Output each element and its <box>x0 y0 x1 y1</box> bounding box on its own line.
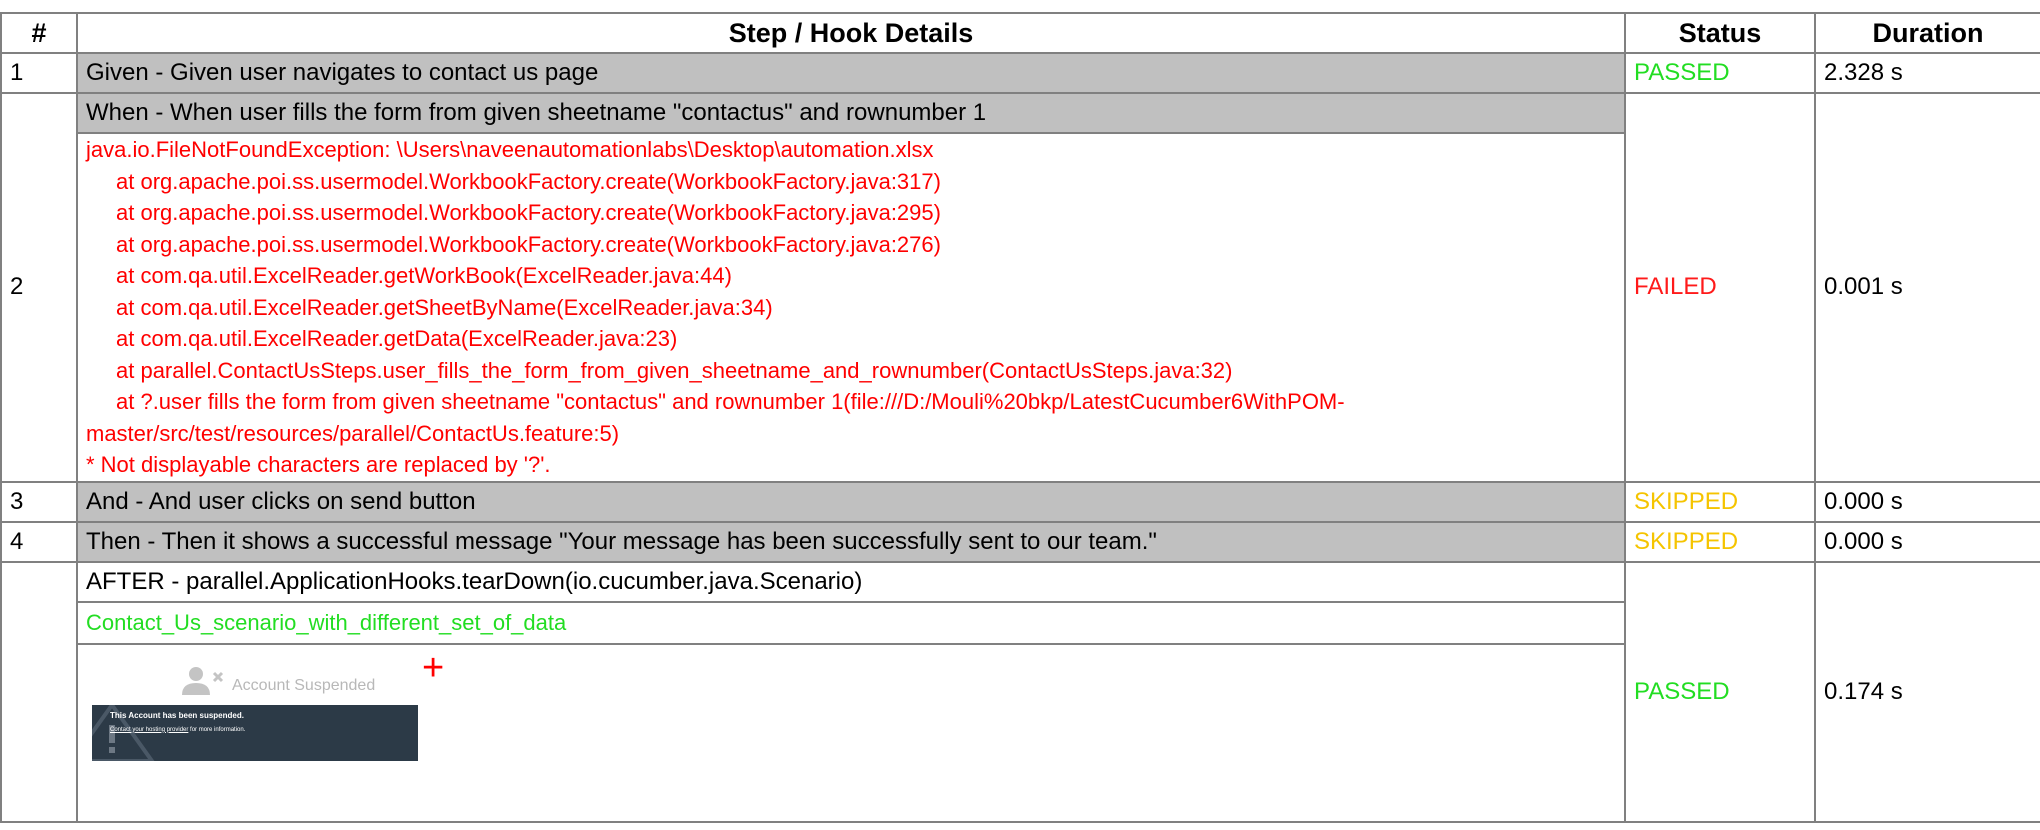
account-suspended-header: Account Suspended <box>142 659 418 705</box>
step-number: 1 <box>0 52 78 94</box>
account-suspended-label: Account Suspended <box>232 676 376 694</box>
embedded-text: Contact_Us_scenario_with_different_set_o… <box>76 600 1626 645</box>
step-status: PASSED <box>1624 52 1816 94</box>
suspended-title: This Account has been suspended. <box>110 710 244 720</box>
step-number: 3 <box>0 480 78 523</box>
step-duration: 2.328 s <box>1814 52 2040 94</box>
hook-row: AFTER - parallel.ApplicationHooks.tearDo… <box>0 560 2040 823</box>
stacktrace-line: at com.qa.util.ExcelReader.getData(Excel… <box>116 326 678 351</box>
stacktrace-line: at org.apache.poi.ss.usermodel.WorkbookF… <box>116 168 941 194</box>
column-header-num: # <box>0 12 78 54</box>
table-row: 1 Given - Given user navigates to contac… <box>0 52 2040 94</box>
step-status: SKIPPED <box>1624 480 1816 523</box>
suspended-banner: This Account has been suspended. Contact… <box>92 704 418 761</box>
stacktrace-line: at com.qa.util.ExcelReader.getSheetByNam… <box>116 294 773 320</box>
step-duration: 0.001 s <box>1814 92 2040 483</box>
step-number: 2 <box>0 92 78 483</box>
step-duration: 0.000 s <box>1814 520 2040 563</box>
expand-plus-icon[interactable]: + <box>422 649 444 687</box>
report-page: # Step / Hook Details Status Duration 1 … <box>0 0 2040 830</box>
hosting-provider-link: Contact your hosting provider <box>110 726 189 733</box>
suspended-message-suffix: for more information. <box>188 726 246 733</box>
screenshot-thumbnail[interactable]: Account Suspended This Account has been … <box>92 659 418 763</box>
error-exception: java.io.FileNotFoundException: \Users\na… <box>86 137 934 162</box>
hook-number <box>0 560 78 823</box>
stacktrace-line: at org.apache.poi.ss.usermodel.WorkbookF… <box>116 231 941 257</box>
step-status: SKIPPED <box>1624 520 1816 563</box>
table-header-row: # Step / Hook Details Status Duration <box>0 12 2040 54</box>
hook-status: PASSED <box>1624 560 1816 823</box>
table-row: 2 When - When user fills the form from g… <box>0 92 2040 483</box>
step-status: FAILED <box>1624 92 1816 483</box>
step-report-table: # Step / Hook Details Status Duration 1 … <box>0 12 2040 823</box>
error-stacktrace: java.io.FileNotFoundException: \Users\na… <box>76 132 1626 483</box>
screenshot-cell: Account Suspended This Account has been … <box>76 642 1626 823</box>
error-note: * Not displayable characters are replace… <box>86 452 551 477</box>
user-blocked-icon <box>182 666 224 695</box>
stacktrace-line: at com.qa.util.ExcelReader.getWorkBook(E… <box>116 263 732 288</box>
step-duration: 0.000 s <box>1814 480 2040 523</box>
stacktrace-line: at org.apache.poi.ss.usermodel.WorkbookF… <box>116 200 941 225</box>
step-number-text: 2 <box>10 273 24 301</box>
table-row: 4 Then - Then it shows a successful mess… <box>0 520 2040 563</box>
column-header-status: Status <box>1624 12 1816 54</box>
hook-duration: 0.174 s <box>1814 560 2040 823</box>
step-number: 4 <box>0 520 78 563</box>
table-row: 3 And - And user clicks on send button S… <box>0 480 2040 523</box>
suspended-message: Contact your hosting provider for more i… <box>110 727 245 733</box>
hook-details: AFTER - parallel.ApplicationHooks.tearDo… <box>76 560 1626 603</box>
column-header-duration: Duration <box>1814 12 2040 54</box>
stacktrace-line-wrapped: at ?.user fills the form from given shee… <box>86 389 1345 446</box>
step-details: Given - Given user navigates to contact … <box>76 52 1626 94</box>
step-details: Then - Then it shows a successful messag… <box>76 520 1626 563</box>
stacktrace-line: at parallel.ContactUsSteps.user_fills_th… <box>116 357 1233 383</box>
step-details: When - When user fills the form from giv… <box>76 92 1626 134</box>
column-header-details: Step / Hook Details <box>76 12 1626 54</box>
step-details: And - And user clicks on send button <box>76 480 1626 523</box>
